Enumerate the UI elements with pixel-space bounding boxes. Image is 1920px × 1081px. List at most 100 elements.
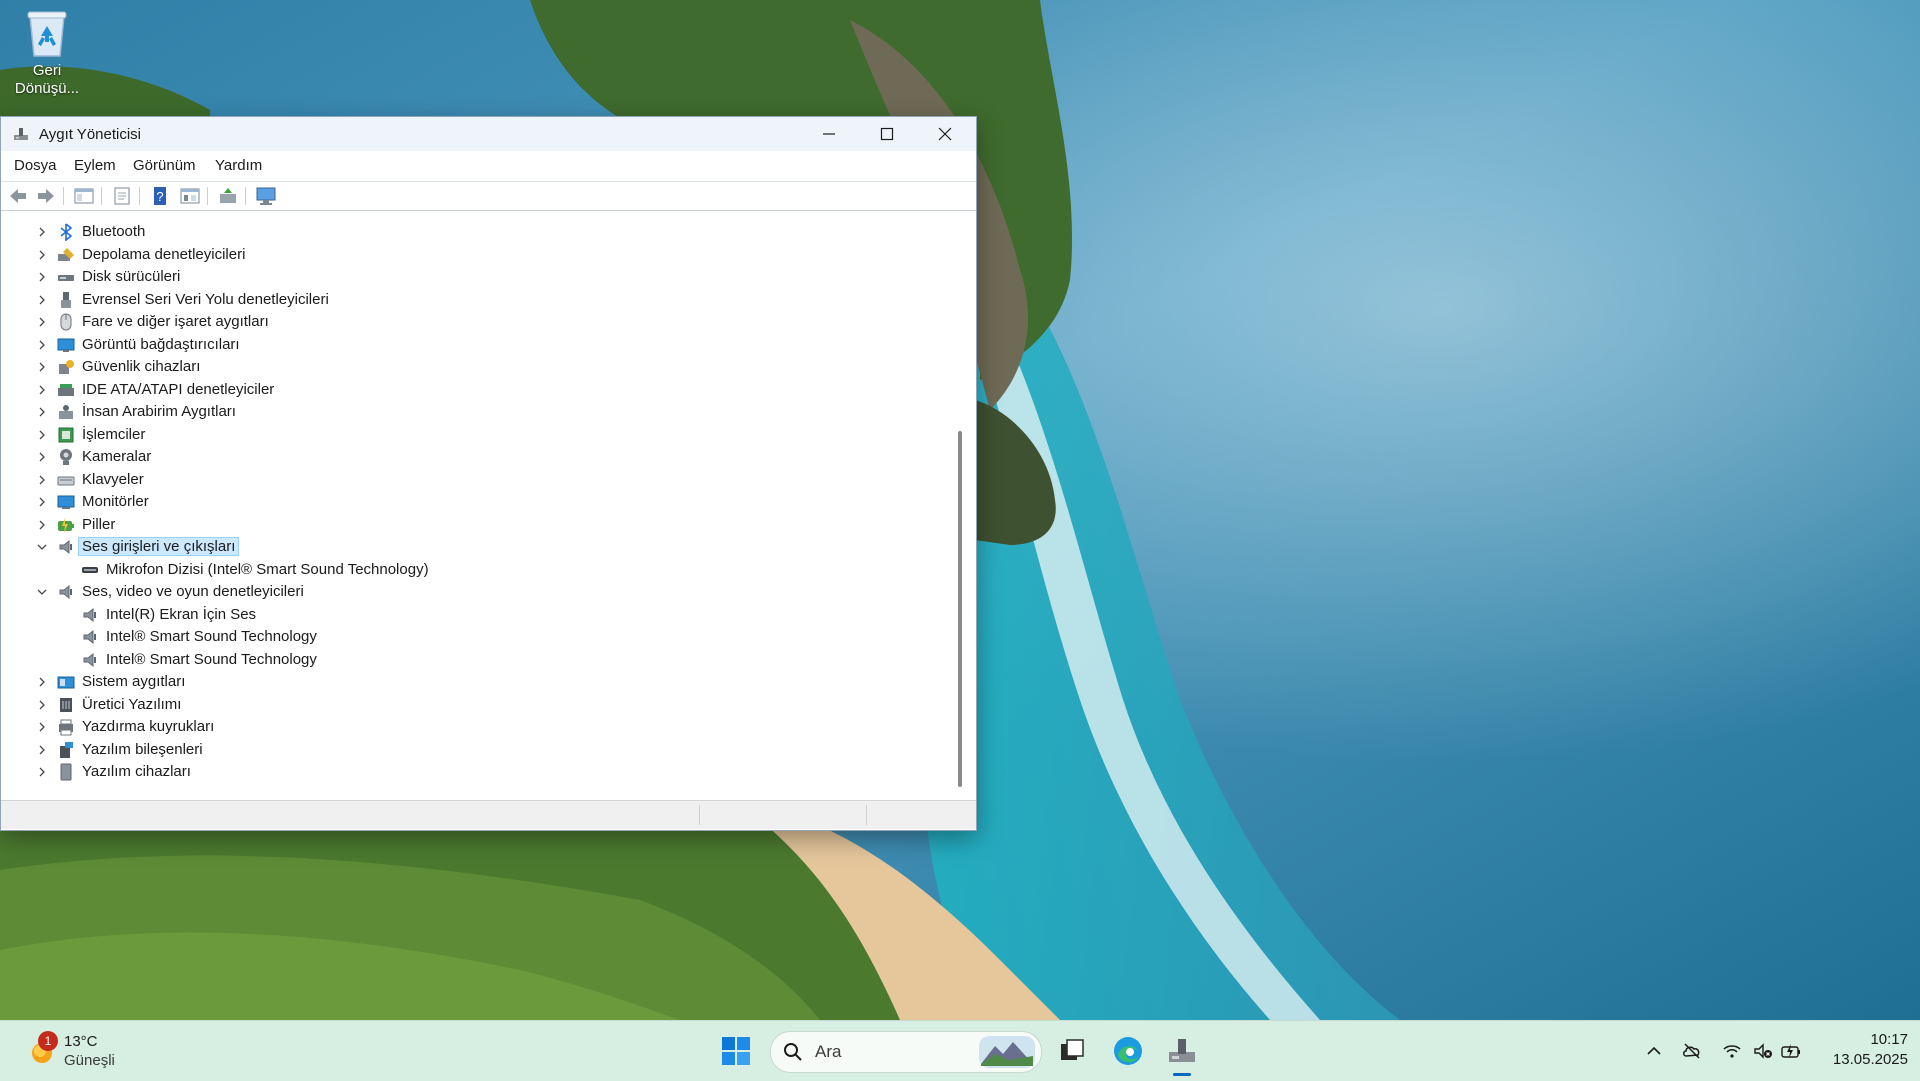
tree-item-label: Disk sürücüleri — [82, 268, 181, 285]
tree-item-label: İşlemciler — [82, 426, 146, 443]
chevron-right-icon[interactable] — [36, 316, 48, 328]
tree-category[interactable]: Yazdırma kuyrukları — [5, 716, 945, 738]
tree-device[interactable]: Mikrofon Dizisi (Intel® Smart Sound Tech… — [5, 559, 945, 581]
menu-action[interactable]: Eylem — [74, 157, 116, 174]
tree-device[interactable]: Intel(R) Ekran İçin Ses — [5, 604, 945, 626]
chevron-up-icon[interactable] — [1644, 1041, 1664, 1061]
taskbar-search[interactable]: Ara — [770, 1031, 1042, 1073]
start-button[interactable] — [714, 1029, 758, 1073]
battery-icon — [58, 518, 74, 533]
tree-category[interactable]: Depolama denetleyicileri — [5, 244, 945, 266]
windows-logo-icon — [722, 1037, 750, 1065]
device-tree[interactable]: Bluetooth Depolama denetleyicileri Disk sü… — [5, 221, 952, 793]
properties-icon[interactable] — [111, 186, 133, 206]
tree-category[interactable]: Sistem aygıtları — [5, 671, 945, 693]
chevron-down-icon[interactable] — [36, 586, 48, 598]
maximize-button[interactable] — [858, 117, 916, 151]
chevron-right-icon[interactable] — [36, 699, 48, 711]
tree-item-label: Sistem aygıtları — [82, 673, 186, 690]
volume-muted-icon[interactable] — [1753, 1041, 1773, 1061]
tree-device[interactable]: Intel® Smart Sound Technology — [5, 626, 945, 648]
tree-category[interactable]: Yazılım bileşenleri — [5, 739, 945, 761]
menu-file[interactable]: Dosya — [14, 157, 57, 174]
system-clock[interactable]: 10:17 13.05.2025 — [1820, 1030, 1908, 1070]
tree-category[interactable]: Kameralar — [5, 446, 945, 468]
menu-help[interactable]: Yardım — [215, 157, 262, 174]
back-icon[interactable] — [7, 186, 29, 206]
window-title: Aygıt Yöneticisi — [39, 126, 142, 143]
chevron-right-icon[interactable] — [36, 451, 48, 463]
title-bar[interactable]: Aygıt Yöneticisi — [1, 117, 976, 151]
chevron-right-icon[interactable] — [36, 721, 48, 733]
chevron-down-icon[interactable] — [36, 541, 48, 553]
chevron-right-icon[interactable] — [36, 766, 48, 778]
wifi-icon[interactable] — [1722, 1041, 1742, 1061]
scrollbar-thumb[interactable] — [958, 431, 962, 787]
chevron-right-icon[interactable] — [36, 429, 48, 441]
chevron-right-icon[interactable] — [36, 339, 48, 351]
tree-category[interactable]: IDE ATA/ATAPI denetleyiciler — [5, 379, 945, 401]
toolbar: ? — [1, 181, 976, 211]
tree-category[interactable]: Klavyeler — [5, 469, 945, 491]
tree-category[interactable]: Monitörler — [5, 491, 945, 513]
tree-category[interactable]: İşlemciler — [5, 424, 945, 446]
chevron-right-icon[interactable] — [36, 744, 48, 756]
tree-item-label: Bluetooth — [82, 223, 146, 240]
tree-scrollbar[interactable] — [953, 221, 967, 793]
tree-category[interactable]: Üretici Yazılımı — [5, 694, 945, 716]
tree-category[interactable]: Piller — [5, 514, 945, 536]
chevron-right-icon[interactable] — [36, 676, 48, 688]
minimize-button[interactable] — [800, 117, 858, 151]
chevron-right-icon[interactable] — [36, 496, 48, 508]
chevron-right-icon[interactable] — [36, 294, 48, 306]
tree-item-label: Kameralar — [82, 448, 152, 465]
speaker-icon — [59, 584, 72, 600]
search-placeholder: Ara — [815, 1042, 842, 1061]
microphone-icon — [82, 567, 98, 573]
tree-item-label: Görüntü bağdaştırıcıları — [82, 336, 240, 353]
tree-category[interactable]: İnsan Arabirim Aygıtları — [5, 401, 945, 423]
scan-hardware-icon[interactable] — [255, 186, 277, 206]
tree-device[interactable]: Intel® Smart Sound Technology — [5, 649, 945, 671]
maximize-icon — [880, 127, 894, 141]
menu-view[interactable]: Görünüm — [133, 157, 196, 174]
tree-category[interactable]: Bluetooth — [5, 221, 945, 243]
task-view-button[interactable] — [1050, 1029, 1094, 1073]
tree-category[interactable]: Evrensel Seri Veri Yolu denetleyicileri — [5, 289, 945, 311]
show-hide-console-tree-icon[interactable] — [73, 186, 95, 206]
device-manager-taskbar-button[interactable] — [1160, 1029, 1204, 1073]
tree-category[interactable]: Yazılım cihazları — [5, 761, 945, 783]
help-icon[interactable]: ? — [149, 186, 171, 206]
chevron-right-icon[interactable] — [36, 519, 48, 531]
chevron-right-icon[interactable] — [36, 474, 48, 486]
hid-icon — [59, 405, 73, 419]
chevron-right-icon[interactable] — [36, 249, 48, 261]
tree-category[interactable]: Görüntü bağdaştırıcıları — [5, 334, 945, 356]
system-device-icon — [57, 676, 75, 689]
uninstall-device-icon[interactable] — [217, 186, 239, 206]
tree-category[interactable]: Ses, video ve oyun denetleyicileri — [5, 581, 945, 603]
chevron-right-icon[interactable] — [36, 271, 48, 283]
software-device-icon — [60, 763, 72, 781]
update-driver-icon[interactable] — [179, 186, 201, 206]
battery-charging-icon[interactable] — [1781, 1041, 1801, 1061]
status-bar — [1, 800, 976, 829]
tree-category[interactable]: Disk sürücüleri — [5, 266, 945, 288]
weather-widget[interactable]: 1 13°C Güneşli — [24, 1031, 134, 1073]
tree-item-label: Depolama denetleyicileri — [82, 246, 246, 263]
tree-category[interactable]: Güvenlik cihazları — [5, 356, 945, 378]
tree-category[interactable]: Fare ve diğer işaret aygıtları — [5, 311, 945, 333]
device-manager-icon — [14, 128, 28, 140]
recycle-bin-shortcut[interactable]: Geri Dönüşü... — [8, 8, 86, 98]
onedrive-offline-icon[interactable] — [1682, 1041, 1702, 1061]
chevron-right-icon[interactable] — [36, 361, 48, 373]
chevron-right-icon[interactable] — [36, 226, 48, 238]
chevron-right-icon[interactable] — [36, 406, 48, 418]
tree-category[interactable]: Ses girişleri ve çıkışları — [5, 536, 945, 558]
edge-browser-button[interactable] — [1106, 1029, 1150, 1073]
chevron-right-icon[interactable] — [36, 384, 48, 396]
tree-item-label: IDE ATA/ATAPI denetleyiciler — [82, 381, 275, 398]
forward-icon[interactable] — [35, 186, 57, 206]
device-manager-window: Aygıt Yöneticisi Dosya Eylem Görünüm Yar… — [0, 116, 977, 831]
close-button[interactable] — [916, 117, 974, 151]
